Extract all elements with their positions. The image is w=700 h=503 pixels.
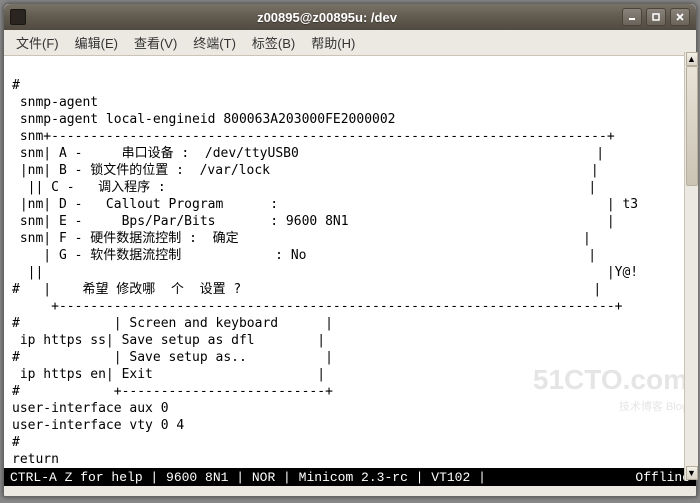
term-line: snm| F - 硬件数据流控制 : 确定 | [12,231,591,246]
scroll-thumb[interactable] [686,66,698,186]
menubar: 文件(F) 编辑(E) 查看(V) 终端(T) 标签(B) 帮助(H) [4,30,696,56]
terminal-output[interactable]: # snmp-agent snmp-agent local-engineid 8… [4,56,696,468]
minicom-statusbar: CTRL-A Z for help | 9600 8N1 | NOR | Min… [4,468,696,486]
window-controls [622,8,690,26]
scroll-down-button[interactable]: ▼ [686,466,698,480]
status-left: CTRL-A Z for help | 9600 8N1 | NOR | Min… [10,470,486,485]
status-right: Offline [635,470,690,485]
term-line: user-interface vty 0 4 [12,418,184,433]
term-line: snm| E - Bps/Par/Bits : 9600 8N1 | [12,214,615,229]
term-line: # | Screen and keyboard | [12,316,333,331]
app-window: z00895@z00895u: /dev 文件(F) 编辑(E) 查看(V) 终… [3,3,697,497]
term-line: ip https en| Exit | [12,367,325,382]
term-line: user-interface aux 0 [12,401,169,416]
maximize-button[interactable] [646,8,666,26]
term-line: snmp-agent [12,95,98,110]
menu-help[interactable]: 帮助(H) [303,30,363,55]
term-line: |nm| B - 锁文件的位置 : /var/lock | [12,163,599,178]
menu-view[interactable]: 查看(V) [126,30,185,55]
scroll-track[interactable] [686,66,698,466]
terminal-icon [10,9,26,25]
titlebar[interactable]: z00895@z00895u: /dev [4,4,696,30]
term-line: # +--------------------------+ [12,384,333,399]
window-title: z00895@z00895u: /dev [32,10,622,25]
scroll-up-button[interactable]: ▲ [686,52,698,66]
menu-terminal[interactable]: 终端(T) [185,30,244,55]
menu-file[interactable]: 文件(F) [8,30,67,55]
close-button[interactable] [670,8,690,26]
minimize-button[interactable] [622,8,642,26]
term-line: # [12,78,20,93]
term-line: ip https ss| Save setup as dfl | [12,333,325,348]
term-line: # | Save setup as.. | [12,350,333,365]
term-line: || |Y@! [12,265,638,280]
term-line: snm| A - 串口设备 : /dev/ttyUSB0 | [12,146,604,161]
watermark: 51CTO.com 技术博客 Blog [486,354,688,450]
term-line: |nm| D - Callout Program : | t3 [12,197,638,212]
term-line: +---------------------------------------… [12,299,622,314]
term-line: # | 希望 修改哪 个 设置 ? | [12,282,601,297]
menu-edit[interactable]: 编辑(E) [67,30,126,55]
term-line: | G - 软件数据流控制 : No | [12,248,596,263]
term-line: return [12,452,59,467]
term-line: snm+------------------------------------… [12,129,615,144]
term-line: # [12,435,20,450]
menu-tabs[interactable]: 标签(B) [244,30,303,55]
vertical-scrollbar[interactable]: ▲ ▼ [684,52,698,480]
term-line: || C - 调入程序 : | [12,180,596,195]
term-line: snmp-agent local-engineid 800063A203000F… [12,112,396,127]
